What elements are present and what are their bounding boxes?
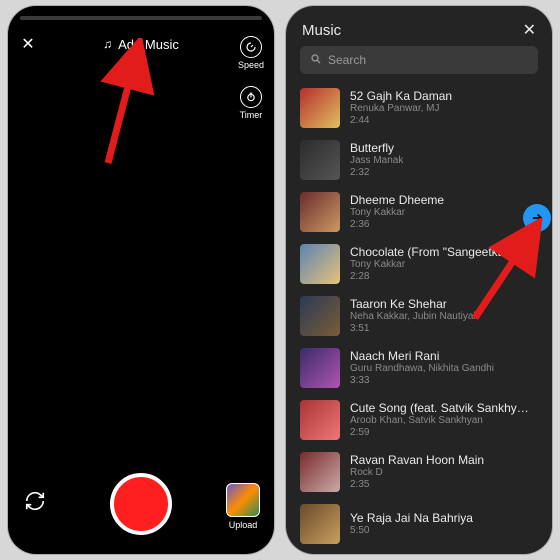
track-meta: Cute Song (feat. Satvik Sankhy… Aroob Kh… — [350, 401, 529, 439]
track-title: Dheeme Dheeme — [350, 193, 444, 207]
track-duration: 2:32 — [350, 167, 403, 179]
track-meta: Ravan Ravan Hoon Main Rock D 2:35 — [350, 453, 484, 491]
track-title: 52 Gajh Ka Daman — [350, 89, 452, 103]
track-title: Chocolate (From "Sangeetkaar") — [350, 245, 523, 259]
track-title: Naach Meri Rani — [350, 349, 494, 363]
track-artist: Renuka Panwar, MJ — [350, 103, 452, 115]
track-duration: 5:50 — [350, 525, 473, 537]
track-cover — [300, 504, 340, 544]
search-placeholder: Search — [328, 53, 366, 67]
track-cover — [300, 192, 340, 232]
track-title: Ravan Ravan Hoon Main — [350, 453, 484, 467]
list-item[interactable]: Cute Song (feat. Satvik Sankhy… Aroob Kh… — [300, 394, 538, 446]
speed-icon — [240, 36, 262, 58]
music-note-icon: ♫ — [103, 37, 112, 51]
upload-label: Upload — [229, 520, 258, 530]
track-title: Cute Song (feat. Satvik Sankhy… — [350, 401, 529, 415]
add-music-label: Add Music — [118, 37, 179, 52]
list-item[interactable]: Ravan Ravan Hoon Main Rock D 2:35 — [300, 446, 538, 498]
list-item[interactable]: Taaron Ke Shehar Neha Kakkar, Jubin Naut… — [300, 290, 538, 342]
track-artist: Aroob Khan, Satvik Sankhyan — [350, 415, 529, 427]
close-icon[interactable]: ✕ — [8, 34, 48, 54]
track-list[interactable]: 52 Gajh Ka Daman Renuka Panwar, MJ 2:44 … — [300, 82, 538, 554]
track-title: Ye Raja Jai Na Bahriya — [350, 511, 473, 525]
track-title: Butterfly — [350, 141, 403, 155]
track-cover — [300, 88, 340, 128]
camera-side-tools: Speed Timer — [238, 36, 264, 120]
upload-thumbnail — [226, 483, 260, 517]
camera-screen: ✕ ♫ Add Music Speed Timer Upload — [8, 6, 274, 554]
track-meta: Ye Raja Jai Na Bahriya 5:50 — [350, 511, 473, 537]
track-duration: 2:36 — [350, 219, 444, 231]
track-artist: Neha Kakkar, Jubin Nautiyal — [350, 311, 476, 323]
list-item[interactable]: Butterfly Jass Manak 2:32 — [300, 134, 538, 186]
track-duration: 2:28 — [350, 271, 523, 283]
track-duration: 2:44 — [350, 115, 452, 127]
timer-label: Timer — [240, 110, 263, 120]
track-artist: Jass Manak — [350, 155, 403, 167]
track-artist: Rock D — [350, 467, 484, 479]
list-item[interactable]: Dheeme Dheeme Tony Kakkar 2:36 — [300, 186, 538, 238]
track-cover — [300, 244, 340, 284]
track-cover — [300, 296, 340, 336]
track-duration: 3:51 — [350, 323, 476, 335]
record-bar: Upload — [8, 464, 274, 544]
upload-button[interactable]: Upload — [226, 483, 260, 530]
track-cover — [300, 140, 340, 180]
close-icon[interactable]: ✕ — [523, 20, 536, 40]
list-item[interactable]: Ye Raja Jai Na Bahriya 5:50 — [300, 498, 538, 550]
track-cover — [300, 452, 340, 492]
track-cover — [300, 348, 340, 388]
track-meta: 52 Gajh Ka Daman Renuka Panwar, MJ 2:44 — [350, 89, 452, 127]
proceed-badge[interactable] — [523, 204, 551, 232]
timer-tool[interactable]: Timer — [240, 86, 263, 120]
camera-topbar: ✕ ♫ Add Music — [8, 34, 274, 54]
add-music-button[interactable]: ♫ Add Music — [48, 37, 234, 52]
timer-icon — [240, 86, 262, 108]
search-input[interactable]: Search — [300, 46, 538, 74]
speed-tool[interactable]: Speed — [238, 36, 264, 70]
track-cover — [300, 400, 340, 440]
track-artist: Tony Kakkar — [350, 259, 523, 271]
music-header-title: Music — [302, 22, 341, 39]
track-meta: Butterfly Jass Manak 2:32 — [350, 141, 403, 179]
track-meta: Taaron Ke Shehar Neha Kakkar, Jubin Naut… — [350, 297, 476, 335]
list-item[interactable]: Chocolate (From "Sangeetkaar") Tony Kakk… — [300, 238, 538, 290]
track-duration: 2:35 — [350, 479, 484, 491]
music-header: Music ✕ — [302, 20, 536, 40]
track-title: Taaron Ke Shehar — [350, 297, 476, 311]
list-item[interactable]: 52 Gajh Ka Daman Renuka Panwar, MJ 2:44 — [300, 82, 538, 134]
music-picker-screen: Music ✕ Search 52 Gajh Ka Daman Renuka P… — [286, 6, 552, 554]
track-duration: 3:33 — [350, 375, 494, 387]
track-meta: Chocolate (From "Sangeetkaar") Tony Kakk… — [350, 245, 523, 283]
record-button[interactable] — [110, 473, 172, 535]
track-artist: Tony Kakkar — [350, 207, 444, 219]
track-meta: Dheeme Dheeme Tony Kakkar 2:36 — [350, 193, 444, 231]
track-duration: 2:59 — [350, 427, 529, 439]
search-icon — [310, 53, 322, 68]
flip-camera-icon[interactable] — [24, 490, 46, 518]
list-item[interactable]: Naach Meri Rani Guru Randhawa, Nikhita G… — [300, 342, 538, 394]
speed-label: Speed — [238, 60, 264, 70]
record-progress-track — [20, 16, 262, 20]
track-artist: Guru Randhawa, Nikhita Gandhi — [350, 363, 494, 375]
track-meta: Naach Meri Rani Guru Randhawa, Nikhita G… — [350, 349, 494, 387]
